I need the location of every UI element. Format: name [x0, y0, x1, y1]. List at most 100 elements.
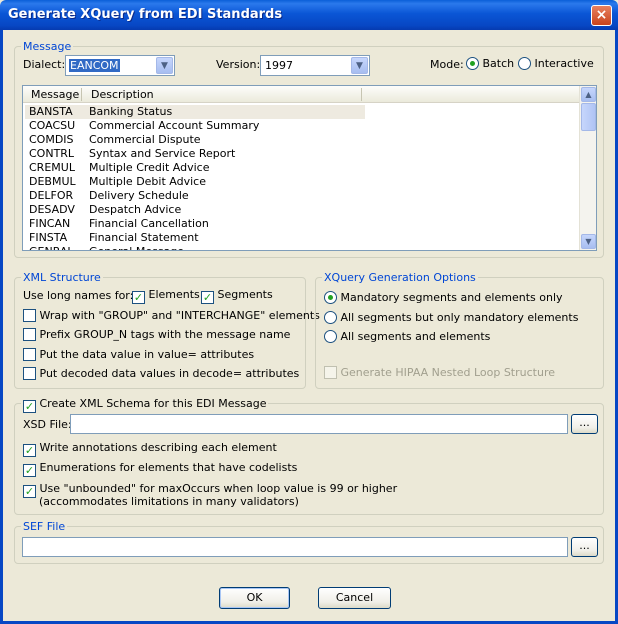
value-attr-label: Put the data value in value= attributes [39, 348, 255, 361]
unbounded-note: (accommodates limitations in many valida… [39, 495, 299, 508]
prefix-label: Prefix GROUP_N tags with the message nam… [39, 328, 291, 341]
xsd-file-input[interactable] [70, 414, 568, 434]
checkbox-icon[interactable] [23, 348, 36, 361]
segments-label: Segments [217, 288, 273, 301]
radio-selected-icon[interactable] [466, 57, 479, 70]
dialect-value: EANCOM [69, 59, 120, 72]
checkmark-icon[interactable]: ✓ [23, 464, 36, 477]
cancel-button[interactable]: Cancel [318, 587, 391, 609]
xsd-browse-button[interactable]: ... [571, 414, 598, 434]
message-list-header: Message Description [23, 86, 579, 103]
message-description: Multiple Credit Advice [89, 161, 210, 174]
checkmark-icon[interactable]: ✓ [23, 444, 36, 457]
checkbox-icon[interactable] [23, 367, 36, 380]
decode-attr-checkbox[interactable]: Put decoded data values in decode= attri… [23, 367, 299, 380]
list-item[interactable]: CONTRL Syntax and Service Report [25, 147, 365, 161]
mode-interactive-radio[interactable]: Interactive [518, 57, 594, 70]
value-attr-checkbox[interactable]: Put the data value in value= attributes [23, 348, 254, 361]
list-item[interactable]: COACSU Commercial Account Summary [25, 119, 365, 133]
checkbox-icon[interactable] [23, 309, 36, 322]
window-title: Generate XQuery from EDI Standards [8, 7, 283, 22]
checkmark-icon[interactable]: ✓ [23, 400, 36, 413]
message-description: Despatch Advice [89, 203, 182, 216]
xml-structure-legend: XML Structure [21, 271, 103, 284]
list-item[interactable]: FINSTA Financial Statement [25, 231, 365, 245]
message-code: DELFOR [29, 189, 74, 202]
scroll-thumb[interactable] [581, 103, 596, 131]
message-code: COACSU [29, 119, 76, 132]
list-item[interactable]: DESADV Despatch Advice [25, 203, 365, 217]
hipaa-label: Generate HIPAA Nested Loop Structure [340, 366, 556, 379]
message-code: BANSTA [29, 105, 73, 118]
message-description: Financial Cancellation [89, 217, 209, 230]
checkbox-disabled-icon[interactable] [324, 366, 337, 379]
message-description: General Message [89, 245, 184, 250]
message-description: Syntax and Service Report [89, 147, 236, 160]
mode-batch-radio[interactable]: Batch [466, 57, 514, 70]
title-bar: Generate XQuery from EDI Standards × [0, 0, 618, 30]
version-label: Version: [216, 58, 261, 71]
long-names-label: Use long names for: [23, 289, 134, 302]
scroll-down-icon[interactable]: ▼ [581, 234, 596, 249]
xsd-file-label: XSD File: [23, 418, 72, 431]
column-description[interactable]: Description [91, 88, 154, 101]
list-item[interactable]: DELFOR Delivery Schedule [25, 189, 365, 203]
mode-interactive-label: Interactive [534, 57, 594, 70]
sef-file-input[interactable] [22, 537, 568, 557]
list-item[interactable]: DEBMUL Multiple Debit Advice [25, 175, 365, 189]
opt-mandatory-radio[interactable]: Mandatory segments and elements only [324, 291, 563, 304]
message-code: CREMUL [29, 161, 75, 174]
checkbox-icon[interactable] [23, 328, 36, 341]
message-code: FINSTA [29, 231, 68, 244]
hipaa-checkbox[interactable]: Generate HIPAA Nested Loop Structure [324, 366, 555, 379]
radio-selected-icon[interactable] [324, 291, 337, 304]
close-icon[interactable]: × [591, 5, 612, 26]
segments-checkbox[interactable]: ✓ Segments [201, 288, 273, 304]
create-schema-label: Create XML Schema for this EDI Message [39, 397, 267, 410]
radio-icon[interactable] [518, 57, 531, 70]
list-item[interactable]: COMDIS Commercial Dispute [25, 133, 365, 147]
elements-checkbox[interactable]: ✓ Elements [132, 288, 200, 304]
wrap-checkbox[interactable]: Wrap with "GROUP" and "INTERCHANGE" elem… [23, 309, 320, 322]
ok-button[interactable]: OK [219, 587, 290, 609]
sef-browse-button[interactable]: ... [571, 537, 598, 557]
list-item[interactable]: GENRAL General Message [25, 245, 365, 250]
mode-batch-label: Batch [482, 57, 515, 70]
dialect-label: Dialect: [23, 58, 66, 71]
message-description: Commercial Account Summary [89, 119, 260, 132]
list-item[interactable]: BANSTA Banking Status [25, 105, 365, 119]
chevron-down-icon[interactable]: ▼ [156, 57, 173, 74]
prefix-checkbox[interactable]: Prefix GROUP_N tags with the message nam… [23, 328, 290, 341]
opt-all-label: All segments and elements [340, 330, 491, 343]
chevron-down-icon[interactable]: ▼ [351, 57, 368, 74]
opt-all-segments-radio[interactable]: All segments but only mandatory elements [324, 311, 578, 324]
column-message[interactable]: Message [31, 88, 79, 101]
enumerations-checkbox[interactable]: ✓ Enumerations for elements that have co… [23, 461, 297, 477]
create-schema-checkbox[interactable]: ✓ Create XML Schema for this EDI Message [21, 397, 269, 413]
message-list[interactable]: Message Description BANSTA Banking Status… [22, 85, 597, 251]
message-description: Delivery Schedule [89, 189, 189, 202]
version-value: 1997 [265, 59, 293, 72]
version-select[interactable]: 1997 ▼ [260, 55, 370, 76]
scroll-up-icon[interactable]: ▲ [581, 87, 596, 102]
list-item[interactable]: FINCAN Financial Cancellation [25, 217, 365, 231]
opt-all-radio[interactable]: All segments and elements [324, 330, 490, 343]
message-description: Financial Statement [89, 231, 199, 244]
enumerations-label: Enumerations for elements that have code… [39, 461, 298, 474]
checkmark-icon[interactable]: ✓ [23, 485, 36, 498]
message-description: Commercial Dispute [89, 133, 201, 146]
checkmark-icon[interactable]: ✓ [201, 291, 214, 304]
dialect-select[interactable]: EANCOM ▼ [65, 55, 175, 76]
xquery-options-legend: XQuery Generation Options [322, 271, 478, 284]
wrap-label: Wrap with "GROUP" and "INTERCHANGE" elem… [39, 309, 320, 322]
list-item[interactable]: CREMUL Multiple Credit Advice [25, 161, 365, 175]
message-code: CONTRL [29, 147, 75, 160]
message-description: Banking Status [89, 105, 173, 118]
radio-icon[interactable] [324, 330, 337, 343]
checkmark-icon[interactable]: ✓ [132, 291, 145, 304]
message-code: COMDIS [29, 133, 74, 146]
vertical-scrollbar[interactable]: ▲ ▼ [579, 86, 596, 250]
message-code: DEBMUL [29, 175, 76, 188]
annotations-checkbox[interactable]: ✓ Write annotations describing each elem… [23, 441, 277, 457]
radio-icon[interactable] [324, 311, 337, 324]
